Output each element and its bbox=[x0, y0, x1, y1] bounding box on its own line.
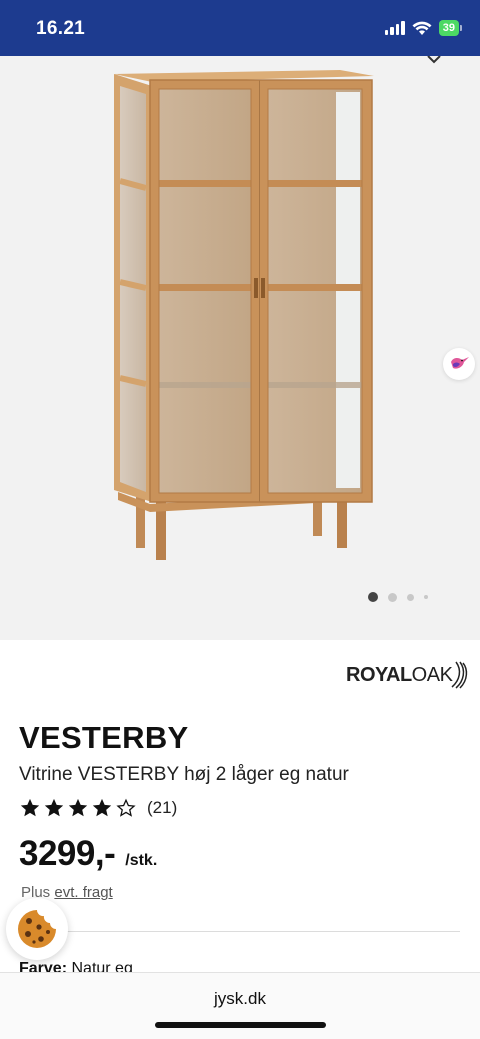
pagination-dot[interactable] bbox=[424, 595, 428, 599]
product-image bbox=[114, 70, 374, 560]
price-unit: /stk. bbox=[125, 852, 158, 869]
star-filled-icon bbox=[92, 798, 112, 817]
divider bbox=[19, 931, 460, 932]
star-filled-icon bbox=[68, 798, 88, 817]
product-image-gallery[interactable] bbox=[0, 56, 480, 640]
brand-name: ROYALOAK bbox=[346, 663, 453, 686]
product-title: VESTERBY bbox=[19, 720, 189, 755]
pagination-dot[interactable] bbox=[388, 592, 397, 602]
battery-icon: 39 bbox=[438, 20, 462, 36]
browser-url-bar[interactable]: jysk.dk bbox=[0, 972, 480, 1039]
battery-level: 39 bbox=[438, 20, 459, 36]
price: 3299,- bbox=[19, 834, 116, 873]
url-text[interactable]: jysk.dk bbox=[0, 989, 480, 1009]
hummingbird-icon[interactable] bbox=[443, 348, 475, 380]
product-subtitle: Vitrine VESTERBY høj 2 låger eg natur bbox=[19, 764, 349, 785]
home-indicator[interactable] bbox=[155, 1022, 326, 1028]
shipping-link[interactable]: evt. fragt bbox=[54, 884, 112, 901]
star-filled-icon bbox=[20, 798, 40, 817]
cookie-icon bbox=[18, 910, 56, 948]
star-empty-icon bbox=[116, 798, 136, 817]
pagination-dot[interactable] bbox=[368, 592, 378, 602]
wifi-icon bbox=[412, 21, 432, 35]
status-time: 16.21 bbox=[36, 18, 86, 39]
rating-count[interactable]: (21) bbox=[147, 798, 177, 818]
brand-logo[interactable]: ROYALOAK bbox=[346, 660, 468, 690]
gallery-pagination[interactable] bbox=[368, 592, 428, 602]
pagination-dot[interactable] bbox=[407, 593, 414, 601]
status-bar: 16.21 39 bbox=[0, 0, 480, 56]
status-icons: 39 bbox=[384, 20, 462, 36]
cellular-signal-icon bbox=[384, 21, 405, 35]
star-filled-icon bbox=[44, 798, 64, 817]
cookie-button[interactable] bbox=[6, 898, 68, 960]
product-rating[interactable]: (21) bbox=[19, 797, 177, 819]
oak-arc-icon bbox=[451, 661, 468, 689]
price-row: 3299,- /stk. bbox=[19, 834, 157, 874]
